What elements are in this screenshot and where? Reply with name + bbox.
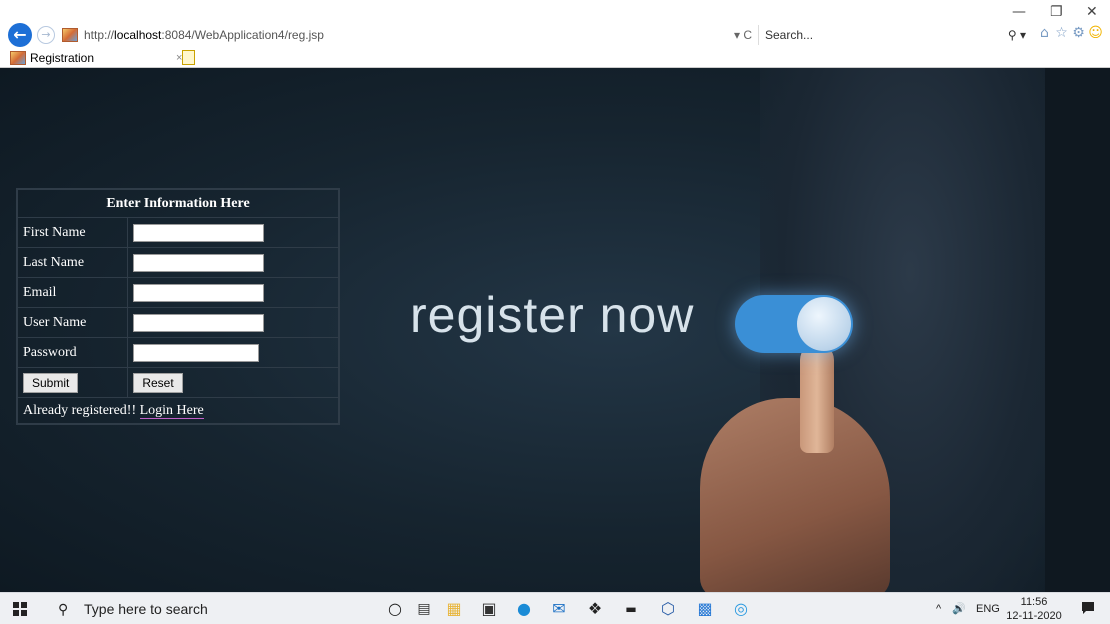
app-icon[interactable]: ▩ xyxy=(694,598,716,620)
page-viewport: register now Enter Information Here Firs… xyxy=(0,68,1110,592)
store-icon[interactable]: ▣ xyxy=(478,598,500,620)
toggle-graphic xyxy=(735,295,853,353)
email-label: Email xyxy=(17,277,128,308)
smiley-icon[interactable]: ☺ xyxy=(1087,25,1104,41)
forward-arrow-icon[interactable]: → xyxy=(37,26,55,44)
dropbox-icon[interactable]: ❖ xyxy=(584,598,606,620)
user-name-row: User Name xyxy=(17,307,339,338)
user-name-input[interactable] xyxy=(133,313,264,332)
first-name-row: First Name xyxy=(17,217,339,248)
navigation-bar: ← → http://localhost:8084/WebApplication… xyxy=(0,23,1110,47)
background-hand xyxy=(700,398,890,592)
restore-button[interactable]: ❐ xyxy=(1050,4,1063,20)
minimize-button[interactable]: — xyxy=(1012,4,1026,20)
first-name-input[interactable] xyxy=(133,223,264,242)
ie-icon[interactable]: ◎ xyxy=(730,598,752,620)
password-label: Password xyxy=(17,337,128,368)
hero-text: register now xyxy=(410,287,695,343)
toggle-knob xyxy=(797,297,851,351)
login-cell: Already registered!! Login Here xyxy=(17,397,339,424)
password-input[interactable] xyxy=(133,343,259,362)
windows-taskbar: ⚲ Type here to search ○ ▤ ▦ ▣ ● ✉ ❖ ▬ ⬡ … xyxy=(0,592,1110,624)
form-header-row: Enter Information Here xyxy=(17,189,339,218)
last-name-row: Last Name xyxy=(17,247,339,278)
gear-icon[interactable]: ⚙ xyxy=(1070,25,1087,41)
first-name-cell xyxy=(127,217,339,248)
amazon-icon[interactable]: ▬ xyxy=(620,598,642,620)
close-window-button[interactable]: ✕ xyxy=(1086,4,1098,20)
star-icon[interactable]: ☆ xyxy=(1053,25,1070,41)
tab-label: Registration xyxy=(30,51,95,65)
first-name-label: First Name xyxy=(17,217,128,248)
email-input[interactable] xyxy=(133,283,264,302)
site-favicon-icon xyxy=(62,28,78,42)
email-row: Email xyxy=(17,277,339,308)
back-arrow-icon[interactable]: ← xyxy=(8,23,32,47)
tray-arrow-icon[interactable]: ^ xyxy=(936,593,941,624)
address-url[interactable]: http://localhost:8084/WebApplication4/re… xyxy=(84,25,324,45)
search-icon[interactable]: ⚲ ▾ xyxy=(1008,25,1026,45)
last-name-input[interactable] xyxy=(133,253,264,272)
login-link[interactable]: Login Here xyxy=(139,402,204,419)
submit-button[interactable]: Submit xyxy=(23,372,78,393)
volume-icon[interactable]: 🔊 xyxy=(952,593,966,624)
registration-form: Enter Information Here First Name Last N… xyxy=(16,188,340,425)
user-name-label: User Name xyxy=(17,307,128,338)
buttons-row: Submit Reset xyxy=(17,367,339,398)
last-name-label: Last Name xyxy=(17,247,128,278)
user-name-cell xyxy=(127,307,339,338)
browser-chrome: — ❐ ✕ ← → http://localhost:8084/WebAppli… xyxy=(0,0,1110,68)
taskbar-search-placeholder: Type here to search xyxy=(84,601,208,617)
notification-icon[interactable] xyxy=(1081,601,1095,615)
tab-favicon-icon xyxy=(10,51,26,65)
tab-registration[interactable]: Registration × xyxy=(8,48,198,68)
clock-date: 12-11-2020 xyxy=(1006,610,1062,622)
login-row: Already registered!! Login Here xyxy=(17,397,339,424)
background-shade xyxy=(1045,68,1110,592)
mail-icon[interactable]: ✉ xyxy=(548,598,570,620)
3d-icon[interactable]: ⬡ xyxy=(657,598,679,620)
cortana-icon[interactable]: ○ xyxy=(384,598,406,620)
reset-cell: Reset xyxy=(127,367,339,398)
browser-search-input[interactable]: Search... ⚲ ▾ xyxy=(758,25,1030,45)
windows-start-icon[interactable] xyxy=(13,602,27,616)
already-registered-text: Already registered!! xyxy=(23,402,140,418)
task-view-icon[interactable]: ▤ xyxy=(413,598,435,620)
form-heading: Enter Information Here xyxy=(17,189,339,218)
file-explorer-icon[interactable]: ▦ xyxy=(443,598,465,620)
taskbar-clock[interactable]: 11:56 12-11-2020 xyxy=(1004,595,1064,623)
toolbar-icons: ⌂ ☆ ⚙ ☺ xyxy=(1036,25,1110,45)
language-indicator[interactable]: ENG xyxy=(976,593,1000,624)
new-tab-icon[interactable] xyxy=(182,50,195,65)
taskbar-search[interactable]: ⚲ Type here to search xyxy=(58,599,338,619)
email-cell xyxy=(127,277,339,308)
background-finger xyxy=(800,343,834,453)
password-row: Password xyxy=(17,337,339,368)
form-table: Enter Information Here First Name Last N… xyxy=(17,189,339,424)
address-bar[interactable]: http://localhost:8084/WebApplication4/re… xyxy=(60,25,754,45)
submit-cell: Submit xyxy=(17,367,128,398)
password-cell xyxy=(127,337,339,368)
search-placeholder: Search... xyxy=(765,28,814,42)
last-name-cell xyxy=(127,247,339,278)
search-icon: ⚲ xyxy=(58,601,69,617)
refresh-icon[interactable]: ▾ C xyxy=(734,25,752,45)
clock-time: 11:56 xyxy=(1020,596,1048,608)
edge-icon[interactable]: ● xyxy=(513,598,535,620)
home-icon[interactable]: ⌂ xyxy=(1036,25,1053,41)
reset-button[interactable]: Reset xyxy=(133,372,183,393)
